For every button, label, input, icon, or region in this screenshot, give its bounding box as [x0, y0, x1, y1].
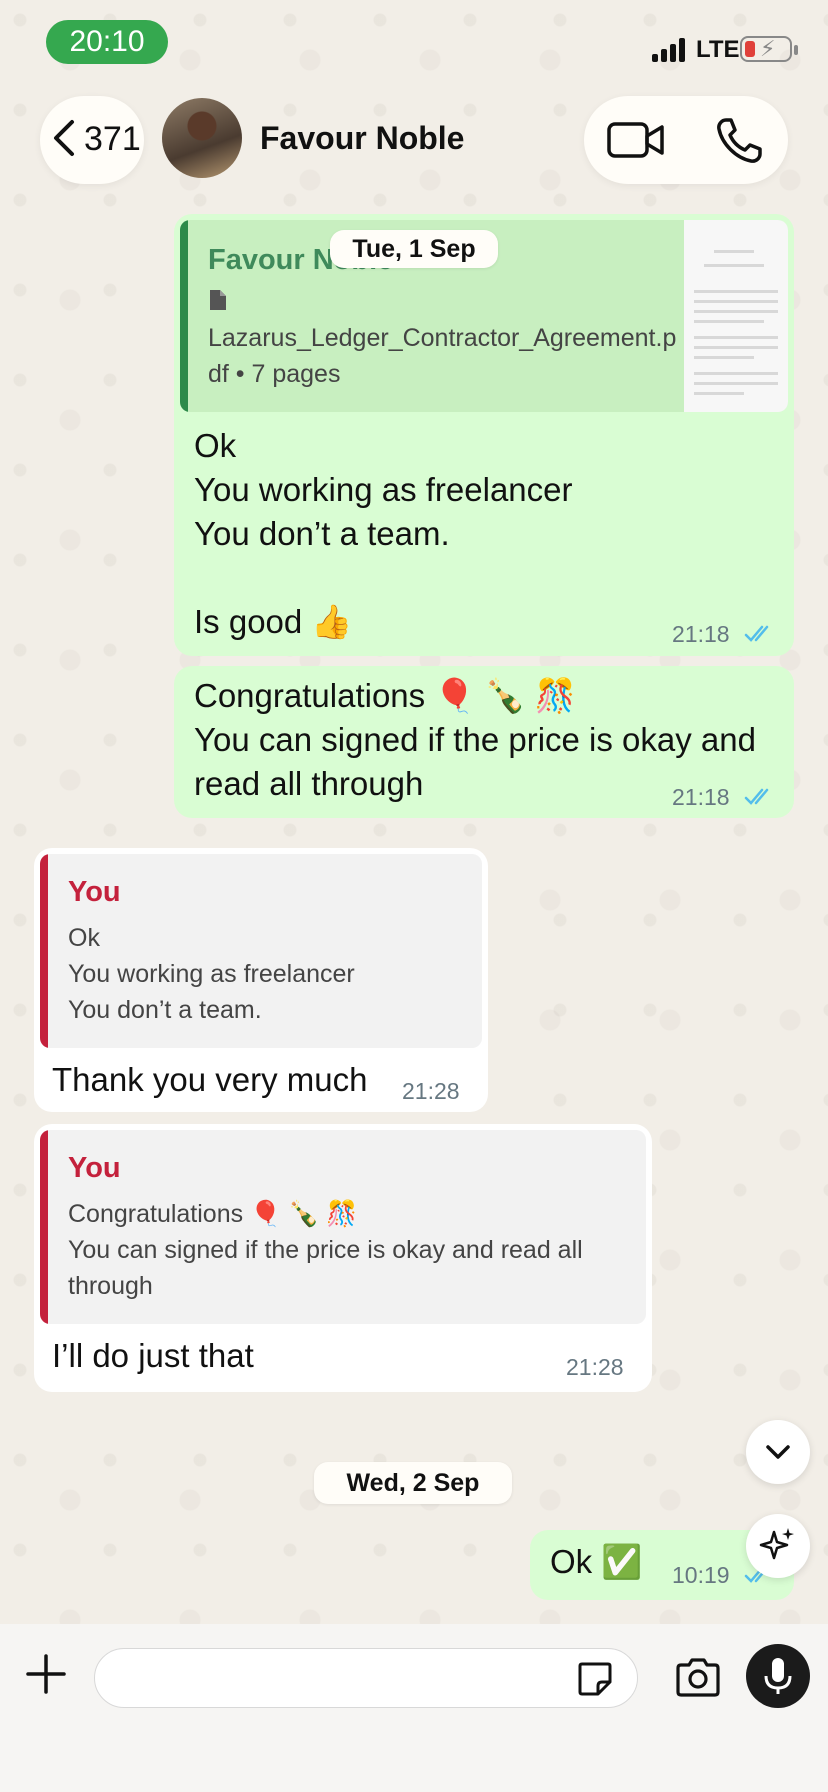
- read-ticks-icon: [744, 625, 769, 642]
- quote-text: Congratulations 🎈 🍾 🎊 You can signed if …: [68, 1200, 583, 1300]
- message-time: 21:28: [566, 1354, 624, 1380]
- call-actions: [584, 96, 788, 184]
- contact-name[interactable]: Favour Noble: [260, 120, 464, 157]
- chevron-down-icon: [766, 1445, 790, 1459]
- doc-accent-bar: [180, 220, 188, 412]
- quote-author: You: [68, 1152, 121, 1184]
- status-time[interactable]: 20:10: [46, 20, 168, 64]
- unread-count: 371: [84, 120, 141, 158]
- chevron-left-icon: [54, 120, 74, 156]
- quoted-message[interactable]: You Congratulations 🎈 🍾 🎊 You can signed…: [40, 1130, 646, 1324]
- microphone-button[interactable]: [746, 1644, 810, 1708]
- network-label: LTE: [696, 36, 740, 63]
- date-separator: Tue, 1 Sep: [330, 230, 498, 268]
- quote-author: You: [68, 876, 121, 908]
- message-text: I’ll do just that: [52, 1337, 254, 1374]
- quote-accent-bar: [40, 1130, 48, 1324]
- message-time: 21:18: [672, 784, 730, 810]
- back-button[interactable]: 371: [40, 96, 144, 184]
- quoted-message[interactable]: You Ok You working as freelancer You don…: [40, 854, 482, 1048]
- video-camera-icon[interactable]: [606, 116, 666, 164]
- scroll-down-button[interactable]: [746, 1420, 810, 1484]
- camera-icon[interactable]: [674, 1656, 722, 1698]
- message-time: 10:19: [672, 1562, 730, 1588]
- contact-avatar[interactable]: [162, 98, 242, 178]
- signal-icon: [652, 38, 688, 62]
- read-ticks-icon: [744, 788, 769, 805]
- plus-icon[interactable]: [24, 1652, 68, 1696]
- sparkle-icon: [759, 1528, 794, 1560]
- phone-icon[interactable]: [714, 116, 764, 166]
- message-text: Thank you very much: [52, 1061, 368, 1098]
- quote-text: Ok You working as freelancer You don’t a…: [68, 924, 355, 1024]
- message-text: Ok You working as freelancer You don’t a…: [194, 427, 573, 640]
- microphone-icon: [764, 1658, 792, 1694]
- status-bar: 20:10 LTE ⚡: [0, 0, 828, 80]
- document-name: Lazarus_Ledger_Contractor_Agreement.pdf …: [208, 324, 677, 388]
- quote-accent-bar: [40, 854, 48, 1048]
- ai-assistant-button[interactable]: [746, 1514, 810, 1578]
- sticker-icon[interactable]: [576, 1660, 614, 1698]
- document-icon: [210, 290, 226, 310]
- document-thumbnail: [684, 220, 788, 412]
- message-input[interactable]: [94, 1648, 638, 1708]
- date-separator: Wed, 2 Sep: [314, 1462, 512, 1504]
- battery-icon: ⚡: [740, 36, 798, 62]
- message-time: 21:18: [672, 621, 730, 647]
- message-text: Ok ✅: [550, 1543, 643, 1580]
- message-time: 21:28: [402, 1078, 460, 1104]
- composer-bar: [0, 1624, 828, 1792]
